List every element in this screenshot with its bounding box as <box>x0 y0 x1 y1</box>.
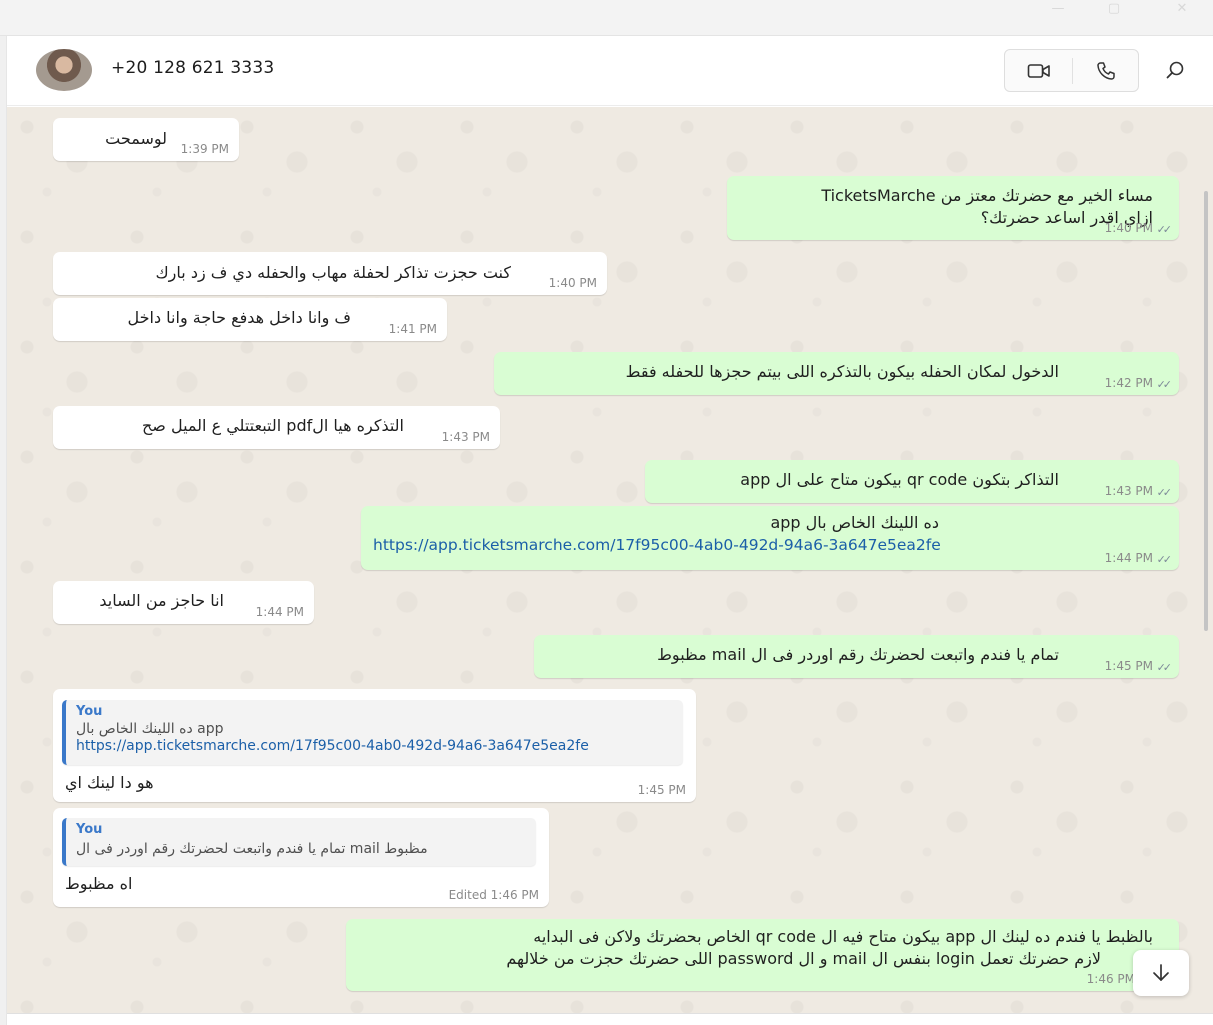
scrollbar[interactable] <box>1204 191 1208 631</box>
call-buttons <box>1004 49 1139 92</box>
message-outgoing[interactable]: مساء الخير مع حضرتك معتز من TicketsMarch… <box>727 176 1179 240</box>
message-outgoing[interactable]: التذاكر بتكون qr code بيكون متاح على ال … <box>645 460 1179 503</box>
message-list[interactable]: لوسمحت 1:39 PM مساء الخير مع حضرتك معتز … <box>7 107 1213 1013</box>
search-button[interactable] <box>1155 50 1195 90</box>
message-time: 1:44 PM <box>255 605 304 619</box>
close-button[interactable]: ✕ <box>1160 0 1204 20</box>
message-text: التذاكر بتكون qr code بيكون متاح على ال … <box>740 470 1059 489</box>
message-incoming[interactable]: لوسمحت 1:39 PM <box>53 118 239 161</box>
message-text: بالظبط يا فندم ده لينك ال app بيكون متاح… <box>533 927 1153 946</box>
quote-author: You <box>76 822 103 837</box>
search-icon <box>1166 61 1184 79</box>
message-time: 1:46 PM <box>1086 972 1135 986</box>
message-time: Edited 1:46 PM <box>448 888 539 902</box>
message-time: 1:40 PM <box>548 276 597 290</box>
phone-icon <box>1097 62 1115 80</box>
message-text: مساء الخير مع حضرتك معتز من TicketsMarch… <box>821 186 1153 205</box>
window-titlebar: — ▢ ✕ <box>0 0 1213 36</box>
message-text: ده اللينك الخاص بال app <box>770 513 939 532</box>
message-text: تمام يا فندم واتبعت لحضرتك رقم اوردر فى … <box>657 645 1059 664</box>
message-incoming-reply[interactable]: You ده اللينك الخاص بال app https://app.… <box>53 689 696 802</box>
message-text: التذكره هيا الpdf التبعتتلي ع الميل صح <box>141 416 404 435</box>
read-receipt-icon: ✓✓ <box>1156 661 1173 674</box>
message-outgoing[interactable]: بالظبط يا فندم ده لينك ال app بيكون متاح… <box>346 919 1179 991</box>
scroll-to-bottom-button[interactable] <box>1133 950 1189 996</box>
read-receipt-icon: ✓✓ <box>1156 553 1173 566</box>
message-time: 1:42 PM <box>1104 376 1153 390</box>
message-incoming-reply[interactable]: You تمام يا فندم واتبعت لحضرتك رقم اوردر… <box>53 808 549 907</box>
video-call-button[interactable] <box>1019 51 1059 91</box>
read-receipt-icon: ✓✓ <box>1156 223 1173 236</box>
contact-name[interactable]: +20 128 621 3333 <box>111 58 274 78</box>
avatar[interactable] <box>36 49 92 91</box>
quoted-message[interactable]: You تمام يا فندم واتبعت لحضرتك رقم اوردر… <box>62 818 536 866</box>
minimize-button[interactable]: — <box>1036 0 1080 20</box>
divider <box>1072 58 1073 84</box>
message-incoming[interactable]: انا حاجز من السايد 1:44 PM <box>53 581 314 624</box>
video-camera-icon <box>1027 64 1050 78</box>
message-text: لوسمحت <box>105 129 167 148</box>
message-time: 1:44 PM <box>1104 551 1153 565</box>
maximize-button[interactable]: ▢ <box>1092 0 1136 20</box>
voice-call-button[interactable] <box>1086 51 1126 91</box>
message-time: 1:45 PM <box>1104 659 1153 673</box>
arrow-down-icon <box>1153 964 1169 981</box>
message-text: كنت حجزت تذاكر لحفلة مهاب والحفله دي ف ز… <box>155 263 511 282</box>
message-text: لازم حضرتك تعمل login بنفس ال mail و ال … <box>506 949 1101 968</box>
message-time: 1:43 PM <box>1104 484 1153 498</box>
message-outgoing[interactable]: تمام يا فندم واتبعت لحضرتك رقم اوردر فى … <box>534 635 1179 678</box>
quoted-message[interactable]: You ده اللينك الخاص بال app https://app.… <box>62 700 683 765</box>
chat-window: +20 128 621 3333 لوسمحت 1:39 PM مساء الخ… <box>6 36 1213 1025</box>
message-time: 1:41 PM <box>388 322 437 336</box>
quote-text: ده اللينك الخاص بال app <box>76 721 224 737</box>
message-incoming[interactable]: ف وانا داخل هدفع حاجة وانا داخل 1:41 PM <box>53 298 447 341</box>
quote-link: https://app.ticketsmarche.com/17f95c00-4… <box>76 738 589 754</box>
message-incoming[interactable]: كنت حجزت تذاكر لحفلة مهاب والحفله دي ف ز… <box>53 252 607 295</box>
message-text: ف وانا داخل هدفع حاجة وانا داخل <box>127 308 352 327</box>
message-outgoing[interactable]: ده اللينك الخاص بال app https://app.tick… <box>361 506 1179 570</box>
quote-author: You <box>76 704 103 719</box>
read-receipt-icon: ✓✓ <box>1156 378 1173 391</box>
message-time: 1:43 PM <box>441 430 490 444</box>
message-text: اه مظبوط <box>65 874 133 893</box>
message-text: هو دا لينك اي <box>65 773 154 792</box>
message-outgoing[interactable]: الدخول لمكان الحفله بيكون بالتذكره اللى … <box>494 352 1179 395</box>
read-receipt-icon: ✓✓ <box>1156 486 1173 499</box>
message-composer[interactable] <box>7 1013 1213 1025</box>
chat-header: +20 128 621 3333 <box>7 36 1213 106</box>
message-text: انا حاجز من السايد <box>99 591 224 610</box>
message-time: 1:40 PM <box>1104 221 1153 235</box>
message-link[interactable]: https://app.ticketsmarche.com/17f95c00-4… <box>373 536 941 554</box>
message-time: 1:39 PM <box>180 142 229 156</box>
message-time: 1:45 PM <box>637 783 686 797</box>
message-text: الدخول لمكان الحفله بيكون بالتذكره اللى … <box>625 362 1059 381</box>
quote-text: تمام يا فندم واتبعت لحضرتك رقم اوردر فى … <box>76 841 428 857</box>
message-incoming[interactable]: التذكره هيا الpdf التبعتتلي ع الميل صح 1… <box>53 406 500 449</box>
